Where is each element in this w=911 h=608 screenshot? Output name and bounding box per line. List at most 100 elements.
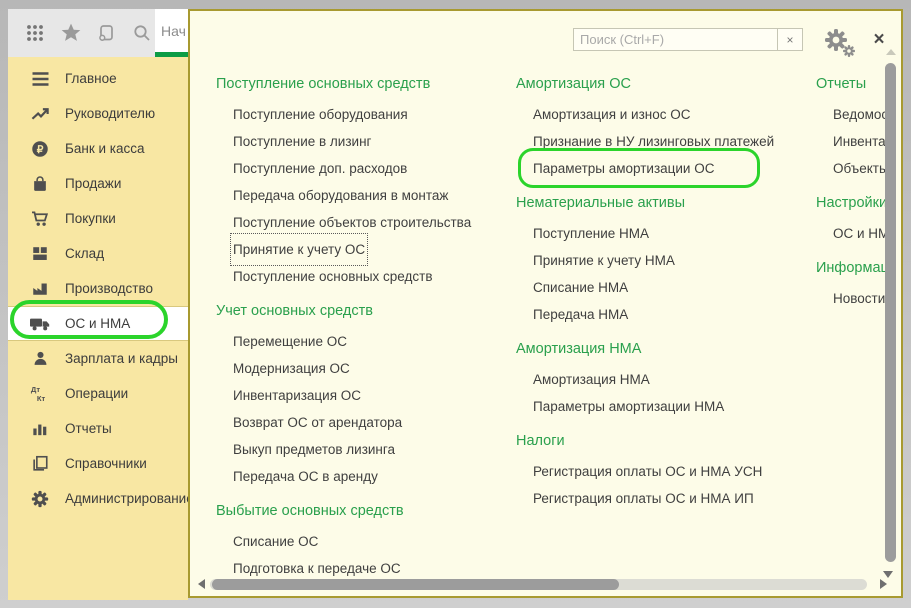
toolbar-button-search-icon[interactable] (129, 19, 155, 47)
sidebar-item-label: ОС и НМА (65, 316, 130, 331)
search-box: × (573, 28, 803, 51)
menu-icon (29, 69, 51, 89)
toolbar-button-favorites-star-icon[interactable] (58, 19, 84, 47)
menu-item[interactable]: Передача ОС в аренду (233, 463, 378, 490)
search-clear-button[interactable]: × (777, 29, 802, 50)
truck-icon (29, 314, 51, 334)
sidebar-item-3[interactable]: Продажи (8, 166, 188, 201)
scroll-up-arrow[interactable] (886, 49, 896, 55)
sidebar-item-6[interactable]: Производство (8, 271, 188, 306)
sidebar-item-10[interactable]: Отчеты (8, 411, 188, 446)
section-title[interactable]: Настройки (816, 193, 892, 213)
sidebar-item-11[interactable]: Справочники (8, 446, 188, 481)
section-title[interactable]: Нематериальные активы (516, 193, 806, 213)
section-menu-panel: × (188, 9, 903, 598)
tab-start-page[interactable]: Нач (155, 9, 188, 57)
chart-icon (29, 419, 51, 439)
section-title[interactable]: Поступление основных средств (216, 74, 506, 94)
menu-item-row: Перемещение ОС (216, 328, 506, 355)
ruble-icon: ₽ (29, 139, 51, 159)
menu-item[interactable]: Передача НМА (533, 301, 628, 328)
panel-close-button[interactable]: × (868, 29, 890, 51)
sidebar-item-2[interactable]: ₽Банк и касса (8, 131, 188, 166)
sidebar-item-8[interactable]: Зарплата и кадры (8, 341, 188, 376)
dtkt-icon: ДтКт (29, 384, 51, 404)
menu-item[interactable]: Передача оборудования в монтаж (233, 182, 448, 209)
menu-item[interactable]: Возврат ОС от арендатора (233, 409, 402, 436)
sidebar-item-12[interactable]: Администрирование (8, 481, 188, 516)
menu-item-row: Новости (816, 285, 892, 312)
menu-item-row: ОС и НМА (816, 220, 892, 247)
menu-item[interactable]: Параметры амортизации НМА (533, 393, 724, 420)
horizontal-scroll-track[interactable] (210, 579, 867, 590)
scroll-down-arrow[interactable] (883, 571, 893, 578)
menu-item[interactable]: Списание НМА (533, 274, 628, 301)
section-title[interactable]: Информац (816, 258, 892, 278)
menu-item[interactable]: Параметры амортизации ОС (533, 155, 714, 182)
menu-item[interactable]: Поступление в лизинг (233, 128, 371, 155)
menu-item[interactable]: Признание в НУ лизинговых платежей (533, 128, 774, 155)
section-title[interactable]: Амортизация НМА (516, 339, 806, 359)
menu-item-row: Выкуп предметов лизинга (216, 436, 506, 463)
menu-section: Учет основных средств Перемещение ОСМодер… (216, 301, 506, 490)
sidebar-item-5[interactable]: Склад (8, 236, 188, 271)
menu-item-row: Передача НМА (516, 301, 806, 328)
scroll-right-arrow[interactable] (880, 579, 887, 589)
menu-item-row: Поступление оборудования (216, 101, 506, 128)
toolbar-button-apps-grid-icon[interactable] (22, 19, 48, 47)
menu-item[interactable]: Поступление основных средств (233, 263, 433, 290)
menu-item[interactable]: Поступление объектов строительства (233, 209, 471, 236)
menu-item[interactable]: Амортизация и износ ОС (533, 101, 691, 128)
section-title[interactable]: Налоги (516, 431, 806, 451)
menu-item[interactable]: Поступление НМА (533, 220, 649, 247)
tab-label: Нач (161, 23, 186, 39)
books-icon (29, 454, 51, 474)
vertical-scroll-thumb[interactable] (885, 63, 896, 562)
menu-item[interactable]: Модернизация ОС (233, 355, 350, 382)
section-title[interactable]: Выбытие основных средств (216, 501, 506, 521)
menu-item[interactable]: Выкуп предметов лизинга (233, 436, 395, 463)
menu-section: Поступление основных средств Поступление … (216, 74, 506, 290)
menu-item[interactable]: Инвентаризация ОС (233, 382, 361, 409)
sidebar-item-label: Отчеты (65, 421, 112, 436)
menu-item[interactable]: Регистрация оплаты ОС и НМА УСН (533, 458, 762, 485)
menu-item[interactable]: Регистрация оплаты ОС и НМА ИП (533, 485, 754, 512)
apps-grid-icon (25, 23, 45, 43)
menu-item[interactable]: Амортизация НМА (533, 366, 650, 393)
sidebar-item-label: Администрирование (65, 491, 194, 506)
sidebar-item-label: Покупки (65, 211, 116, 226)
sidebar-item-4[interactable]: Покупки (8, 201, 188, 236)
bag-icon (29, 174, 51, 194)
menu-item[interactable]: Новости (833, 285, 885, 312)
sidebar-item-1[interactable]: Руководителю (8, 96, 188, 131)
sidebar-item-7[interactable]: ОС и НМА (8, 306, 188, 341)
search-input[interactable] (574, 29, 777, 50)
menu-item[interactable]: Списание ОС (233, 528, 318, 555)
menu-item[interactable]: Поступление доп. расходов (233, 155, 407, 182)
settings-gears-icon[interactable] (823, 28, 859, 58)
menu-section: Нематериальные активы Поступление НМАПрин… (516, 193, 806, 328)
sidebar-item-9[interactable]: ДтКтОперации (8, 376, 188, 411)
menu-item-row: Поступление доп. расходов (216, 155, 506, 182)
menu-item[interactable]: Перемещение ОС (233, 328, 347, 355)
toolbar-button-history-icon[interactable] (94, 19, 120, 47)
cart-icon (29, 209, 51, 229)
vertical-scrollbar[interactable] (884, 49, 897, 564)
sidebar-item-label: Главное (65, 71, 117, 86)
sidebar-item-0[interactable]: Главное (8, 61, 188, 96)
sidebar-item-label: Склад (65, 246, 104, 261)
menu-item-row: Амортизация НМА (516, 366, 806, 393)
horizontal-scroll-thumb[interactable] (212, 579, 619, 590)
section-title[interactable]: Отчеты (816, 74, 892, 94)
boxes-icon (29, 244, 51, 264)
trend-icon (29, 104, 51, 124)
menu-item-row: Модернизация ОС (216, 355, 506, 382)
scroll-left-arrow[interactable] (198, 579, 205, 589)
menu-item[interactable]: Поступление оборудования (233, 101, 408, 128)
sidebar-item-label: Руководителю (65, 106, 155, 121)
section-title[interactable]: Амортизация ОС (516, 74, 806, 94)
section-title[interactable]: Учет основных средств (216, 301, 506, 321)
menu-item[interactable]: Принятие к учету НМА (533, 247, 675, 274)
horizontal-scrollbar[interactable] (198, 578, 867, 590)
menu-item[interactable]: Принятие к учету ОС (233, 236, 365, 263)
